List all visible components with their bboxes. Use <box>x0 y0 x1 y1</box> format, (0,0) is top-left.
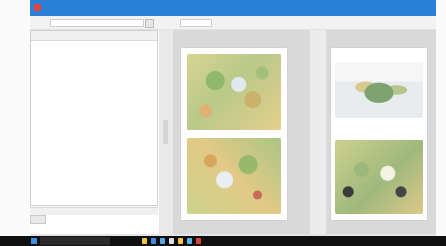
start-button-icon[interactable] <box>31 238 37 244</box>
map-thumbnail <box>187 54 281 130</box>
store-icon[interactable] <box>169 238 174 244</box>
file-list-footer-button[interactable] <box>30 215 46 224</box>
document-viewer[interactable] <box>173 30 436 234</box>
window-titlebar <box>30 0 436 16</box>
taskbar <box>0 236 446 246</box>
toolbar-left-field[interactable] <box>50 19 144 27</box>
file-list-header <box>31 31 157 41</box>
mail-icon[interactable] <box>160 238 165 244</box>
pdf-icon[interactable] <box>196 238 201 244</box>
panel-splitter[interactable] <box>159 30 173 234</box>
toolbar <box>30 16 436 30</box>
splitter-grip-icon[interactable] <box>163 120 168 144</box>
page-1[interactable] <box>181 48 287 220</box>
map-thumbnail <box>335 62 423 118</box>
page-2[interactable] <box>331 48 427 220</box>
explorer-icon[interactable] <box>142 238 147 244</box>
desktop-margin-right <box>436 0 446 236</box>
toolbar-dropdown-button[interactable] <box>145 19 154 28</box>
desktop-margin-left <box>0 0 30 236</box>
map-thumbnail <box>335 140 423 214</box>
taskbar-search-box[interactable] <box>40 237 110 245</box>
app-icon <box>34 4 41 11</box>
files-icon[interactable] <box>178 238 183 244</box>
file-list-panel[interactable] <box>30 30 158 206</box>
toolbar-right-field[interactable] <box>180 19 212 27</box>
file-list-footer <box>30 207 158 215</box>
media-icon[interactable] <box>187 238 192 244</box>
page-divider <box>310 30 326 234</box>
browser-icon[interactable] <box>151 238 156 244</box>
map-thumbnail <box>187 138 281 214</box>
